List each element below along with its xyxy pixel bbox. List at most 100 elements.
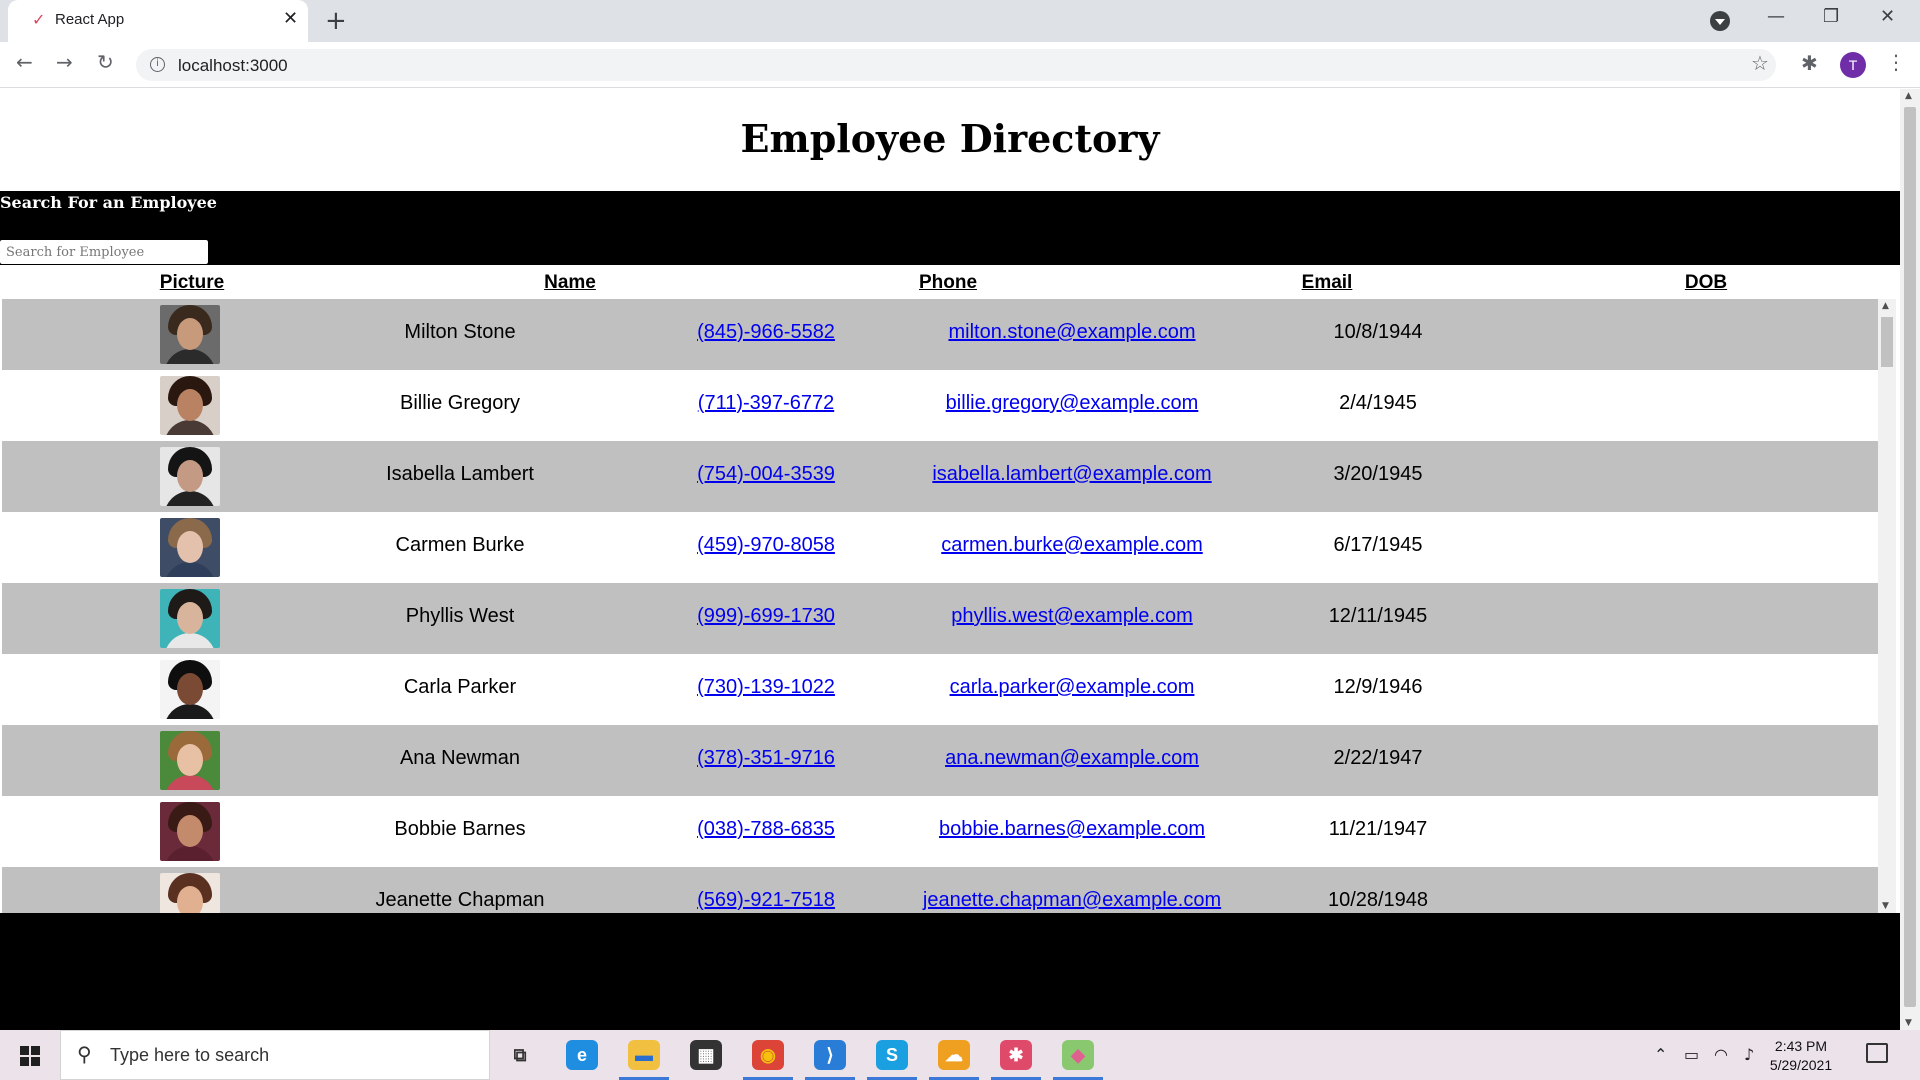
edge-taskbar-icon[interactable]: e	[566, 1040, 598, 1070]
reload-icon[interactable]: ↻	[97, 50, 114, 74]
employee-name: Isabella Lambert	[386, 463, 534, 485]
employee-dob: 2/22/1947	[1333, 747, 1423, 769]
table-row: Ana Newman (378)-351-9716 ana.newman@examp…	[2, 725, 1878, 796]
browser-menu-icon[interactable]: ⋮	[1886, 50, 1906, 74]
employee-photo	[160, 305, 220, 364]
clock-date: 5/29/2021	[1769, 1057, 1833, 1073]
employee-name: Bobbie Barnes	[394, 818, 526, 840]
employee-phone-link[interactable]: (845)-966-5582	[697, 321, 835, 344]
profile-avatar[interactable]: T	[1840, 52, 1866, 78]
forward-icon[interactable]: →	[56, 50, 73, 74]
employee-phone-link[interactable]: (569)-921-7518	[697, 889, 835, 912]
page-scrollbar-thumb[interactable]	[1904, 107, 1916, 1007]
battery-icon[interactable]: ▭	[1684, 1045, 1699, 1064]
employee-email-link[interactable]: phyllis.west@example.com	[951, 605, 1193, 628]
browser-tabstrip: ✓ React App ✕ + — ❐ ✕	[0, 0, 1920, 42]
minimize-icon[interactable]: —	[1767, 6, 1785, 27]
employee-dob: 10/8/1944	[1333, 321, 1423, 343]
browser-toolbar: ← → ↻ i localhost:3000 ☆ ✱ T ⋮	[0, 42, 1920, 88]
table-row: Isabella Lambert (754)-004-3539 isabella.l…	[2, 441, 1878, 512]
vscode-taskbar-icon[interactable]: ⟩	[814, 1040, 846, 1070]
bookmark-star-icon[interactable]: ☆	[1751, 51, 1769, 75]
employee-phone-link[interactable]: (754)-004-3539	[697, 463, 835, 486]
employee-email-link[interactable]: carmen.burke@example.com	[941, 534, 1203, 557]
employee-email-link[interactable]: carla.parker@example.com	[950, 676, 1195, 699]
column-header-phone[interactable]: Phone	[919, 272, 977, 294]
page-scroll-down-icon[interactable]: ▼	[1905, 1018, 1912, 1028]
employee-photo	[160, 802, 220, 861]
task-view-taskbar-icon[interactable]: ⧉	[504, 1040, 536, 1070]
employee-email-link[interactable]: ana.newman@example.com	[945, 747, 1199, 770]
window-close-icon[interactable]: ✕	[1880, 6, 1895, 27]
windows-start-icon[interactable]	[20, 1046, 40, 1066]
tray-overflow-icon[interactable]: ⌃	[1654, 1045, 1667, 1064]
windows-taskbar: ⚲ Type here to search ⧉ e ▬ ▦ ◉ ⟩ S ☁ ✱ ◆ ⌃ ▭ ◠ ♪…	[0, 1030, 1920, 1080]
employee-name: Carmen Burke	[395, 534, 525, 556]
column-header-name[interactable]: Name	[544, 272, 596, 294]
table-row: Milton Stone (845)-966-5582 milton.stone@e…	[2, 299, 1878, 370]
tab-search-dropdown-icon[interactable]	[1710, 11, 1730, 31]
wifi-icon[interactable]: ◠	[1714, 1045, 1728, 1064]
restore-icon[interactable]: ❐	[1823, 6, 1839, 27]
employee-name: Milton Stone	[404, 321, 516, 343]
gitkraken-taskbar-icon[interactable]: ◆	[1062, 1040, 1094, 1070]
employee-email-link[interactable]: isabella.lambert@example.com	[932, 463, 1211, 486]
page-scroll-up-icon[interactable]: ▲	[1905, 91, 1912, 101]
column-header-picture[interactable]: Picture	[160, 272, 224, 294]
tab-close-icon[interactable]: ✕	[283, 8, 298, 29]
react-favicon-icon: ✓	[32, 10, 46, 29]
browser-tab[interactable]: ✓ React App ✕	[8, 0, 308, 42]
employee-phone-link[interactable]: (999)-699-1730	[697, 605, 835, 628]
taskbar-search-box[interactable]: ⚲ Type here to search	[60, 1030, 490, 1080]
employee-phone-link[interactable]: (038)-788-6835	[697, 818, 835, 841]
new-tab-icon[interactable]: +	[325, 6, 347, 36]
employee-email-link[interactable]: jeanette.chapman@example.com	[923, 889, 1221, 912]
employee-dob: 12/11/1945	[1328, 605, 1428, 627]
column-header-dob[interactable]: DOB	[1685, 272, 1727, 294]
column-header-email[interactable]: Email	[1302, 272, 1353, 294]
chrome-taskbar-icon[interactable]: ◉	[752, 1040, 784, 1070]
search-input[interactable]	[0, 239, 209, 265]
back-icon[interactable]: ←	[16, 50, 33, 74]
app-cloud-taskbar-icon[interactable]: ☁	[938, 1040, 970, 1070]
employee-name: Ana Newman	[399, 747, 521, 769]
taskbar-clock[interactable]: 2:43 PM 5/29/2021	[1760, 1037, 1842, 1075]
employee-table-body[interactable]: Milton Stone (845)-966-5582 milton.stone@e…	[2, 299, 1878, 913]
search-section: Search For an Employee	[0, 191, 1900, 265]
volume-icon[interactable]: ♪	[1744, 1045, 1754, 1064]
scroll-down-icon[interactable]: ▼	[1882, 901, 1889, 911]
scroll-up-icon[interactable]: ▲	[1882, 301, 1889, 311]
employee-email-link[interactable]: bobbie.barnes@example.com	[939, 818, 1205, 841]
employee-photo	[160, 731, 220, 790]
extensions-icon[interactable]: ✱	[1801, 51, 1818, 75]
employee-dob: 12/9/1946	[1333, 676, 1423, 698]
employee-photo	[160, 447, 220, 506]
address-bar[interactable]: i localhost:3000	[136, 49, 1776, 81]
employee-phone-link[interactable]: (730)-139-1022	[697, 676, 835, 699]
slack-taskbar-icon[interactable]: ✱	[1000, 1040, 1032, 1070]
table-row: Carmen Burke (459)-970-8058 carmen.burke@e…	[2, 512, 1878, 583]
table-row: Carla Parker (730)-139-1022 carla.parker@e…	[2, 654, 1878, 725]
skype-taskbar-icon[interactable]: S	[876, 1040, 908, 1070]
employee-phone-link[interactable]: (711)-397-6772	[698, 392, 834, 415]
employee-name: Carla Parker	[403, 676, 517, 698]
search-label: Search For an Employee	[0, 193, 217, 212]
site-info-icon[interactable]: i	[150, 57, 165, 72]
page-viewport: Employee Directory Search For an Employe…	[0, 89, 1900, 1030]
page-scrollbar[interactable]: ▲ ▼	[1900, 89, 1920, 1030]
employee-phone-link[interactable]: (459)-970-8058	[697, 534, 835, 557]
table-row: Phyllis West (999)-699-1730 phyllis.west@e…	[2, 583, 1878, 654]
employee-photo	[160, 589, 220, 648]
employee-dob: 11/21/1947	[1328, 818, 1428, 840]
employee-photo	[160, 873, 220, 913]
employee-email-link[interactable]: billie.gregory@example.com	[946, 392, 1199, 415]
file-explorer-taskbar-icon[interactable]: ▬	[628, 1040, 660, 1070]
address-url[interactable]: localhost:3000	[178, 56, 288, 76]
table-row: Jeanette Chapman (569)-921-7518 jeanette.c…	[2, 867, 1878, 913]
notification-center-icon[interactable]	[1866, 1043, 1888, 1063]
microsoft-store-taskbar-icon[interactable]: ▦	[690, 1040, 722, 1070]
employee-phone-link[interactable]: (378)-351-9716	[697, 747, 835, 770]
table-scrollbar[interactable]: ▲ ▼	[1878, 299, 1896, 913]
employee-email-link[interactable]: milton.stone@example.com	[948, 321, 1195, 344]
table-scrollbar-thumb[interactable]	[1881, 317, 1893, 367]
